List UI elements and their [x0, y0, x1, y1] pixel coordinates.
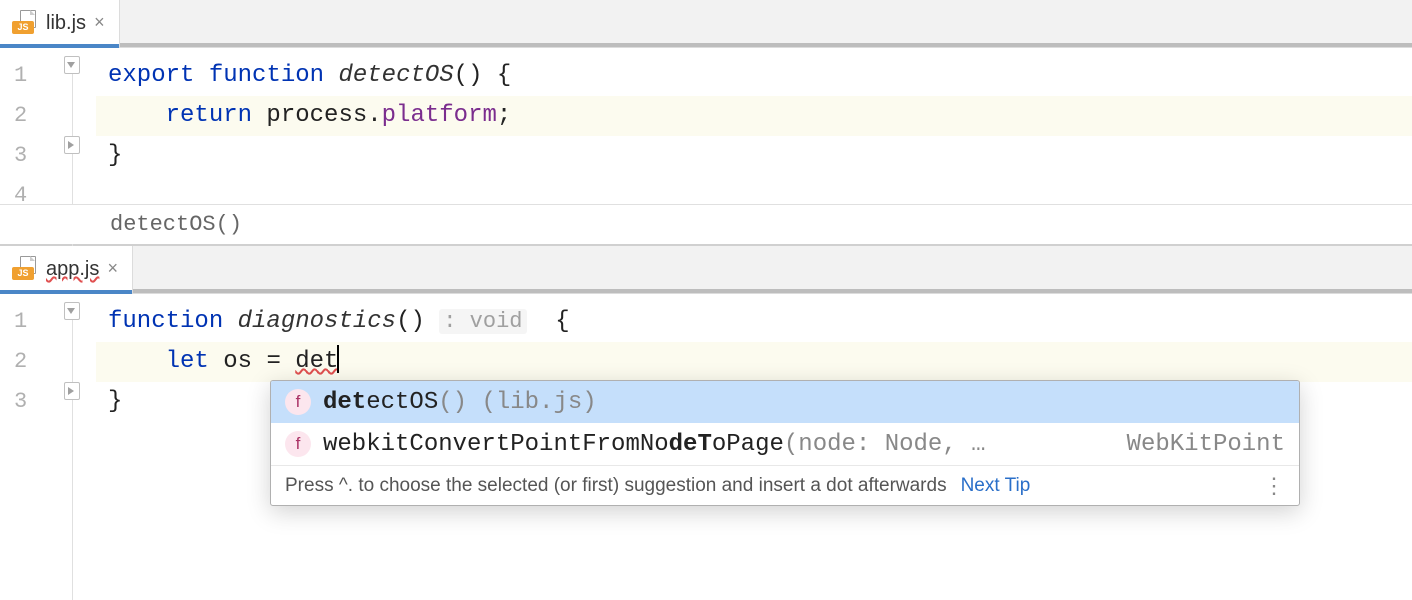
- function-icon: f: [285, 431, 311, 457]
- fold-handle[interactable]: [64, 136, 80, 154]
- code-line[interactable]: return process.platform;: [96, 96, 1412, 136]
- completion-label: webkitConvertPointFromNodeToPage(node: N…: [323, 431, 1115, 458]
- close-icon[interactable]: ×: [107, 261, 118, 279]
- completion-item[interactable]: f webkitConvertPointFromNodeToPage(node:…: [271, 423, 1299, 465]
- line-number: 2: [0, 342, 60, 382]
- completion-type: WebKitPoint: [1127, 431, 1285, 458]
- completion-tip: Press ^. to choose the selected (or firs…: [285, 475, 947, 497]
- tab-filename: lib.js: [46, 12, 86, 35]
- fold-handle[interactable]: [64, 56, 80, 74]
- code-line[interactable]: function diagnostics() : void {: [96, 302, 1412, 342]
- code-line[interactable]: export function detectOS() {: [96, 56, 1412, 96]
- more-icon[interactable]: ⋮: [1263, 475, 1285, 497]
- text-caret: [337, 345, 339, 373]
- editor-pane-bottom: JS app.js × 1 2 3 function diagnostics()…: [0, 246, 1412, 294]
- line-number: 1: [0, 302, 60, 342]
- completion-popup: f detectOS() (lib.js) f webkitConvertPoi…: [270, 380, 1300, 506]
- completion-label: detectOS() (lib.js): [323, 389, 1273, 416]
- line-number: 1: [0, 56, 60, 96]
- line-number: 3: [0, 136, 60, 176]
- editor-pane-top: JS lib.js × 1 2 3 4 export function dete…: [0, 0, 1412, 246]
- breadcrumb-item[interactable]: detectOS(): [110, 212, 242, 237]
- close-icon[interactable]: ×: [94, 15, 105, 33]
- line-number: 3: [0, 382, 60, 422]
- tab-app-js[interactable]: JS app.js ×: [0, 246, 133, 293]
- next-tip-link[interactable]: Next Tip: [961, 475, 1031, 497]
- fold-handle[interactable]: [64, 382, 80, 400]
- breadcrumb[interactable]: detectOS(): [0, 204, 1412, 244]
- tab-filename: app.js: [46, 258, 99, 281]
- completion-item[interactable]: f detectOS() (lib.js): [271, 381, 1299, 423]
- tab-lib-js[interactable]: JS lib.js ×: [0, 0, 120, 47]
- js-file-icon: JS: [12, 14, 38, 34]
- js-file-icon: JS: [12, 260, 38, 280]
- function-icon: f: [285, 389, 311, 415]
- tabbar-top: JS lib.js ×: [0, 0, 1412, 48]
- tabbar-bottom: JS app.js ×: [0, 246, 1412, 294]
- line-number: 2: [0, 96, 60, 136]
- fold-handle[interactable]: [64, 302, 80, 320]
- gutter-bottom: 1 2 3: [0, 294, 96, 594]
- code-line[interactable]: }: [96, 136, 1412, 176]
- completion-footer: Press ^. to choose the selected (or firs…: [271, 465, 1299, 505]
- code-line[interactable]: let os = det: [96, 342, 1412, 382]
